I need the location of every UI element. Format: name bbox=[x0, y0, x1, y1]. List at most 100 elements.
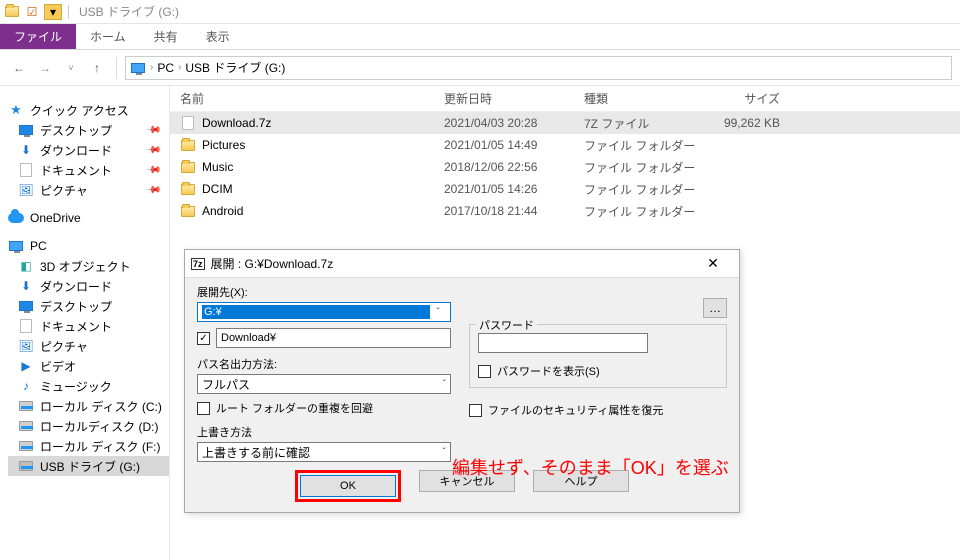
chevron-down-icon[interactable]: ˇ bbox=[430, 307, 446, 318]
folder-icon bbox=[180, 137, 196, 153]
folder-icon bbox=[180, 159, 196, 175]
overwrite-combo[interactable]: 上書きする前に確認ˇ bbox=[197, 442, 451, 462]
pc-icon bbox=[130, 60, 146, 76]
navigation-row: ← → ˅ ↑ › PC› USB ドライブ (G:) bbox=[0, 50, 960, 86]
extract-to-input[interactable] bbox=[202, 305, 430, 319]
documents-icon bbox=[18, 318, 34, 334]
subfolder-input[interactable] bbox=[221, 332, 446, 344]
folder-icon bbox=[180, 181, 196, 197]
tab-home[interactable]: ホーム bbox=[76, 24, 140, 49]
nav-disk-d[interactable]: ローカルディスク (D:) bbox=[8, 416, 169, 436]
tab-share[interactable]: 共有 bbox=[140, 24, 192, 49]
qat-dropdown-icon[interactable]: ▾ bbox=[44, 4, 62, 20]
nav-usb-g[interactable]: USB ドライブ (G:) bbox=[8, 456, 169, 476]
nav-desktop[interactable]: デスクトップ📌 bbox=[8, 120, 169, 140]
pictures-icon: 🖼 bbox=[18, 182, 34, 198]
nav-pictures-pc[interactable]: 🖼ピクチャ bbox=[8, 336, 169, 356]
nav-onedrive[interactable]: OneDrive bbox=[8, 208, 169, 228]
nav-desktop-pc[interactable]: デスクトップ bbox=[8, 296, 169, 316]
extract-to-combo[interactable]: ˇ bbox=[197, 302, 451, 322]
nav-downloads[interactable]: ⬇ダウンロード📌 bbox=[8, 140, 169, 160]
folder-icon bbox=[4, 4, 20, 20]
nav-pane: ★クイック アクセス デスクトップ📌 ⬇ダウンロード📌 ドキュメント📌 🖼ピクチ… bbox=[0, 86, 170, 560]
nav-pc[interactable]: PC bbox=[8, 236, 169, 256]
disk-icon bbox=[18, 418, 34, 434]
eliminate-dup-label: ルート フォルダーの重複を回避 bbox=[216, 400, 373, 416]
pin-icon: 📌 bbox=[144, 182, 161, 199]
ribbon: ファイル ホーム 共有 表示 bbox=[0, 24, 960, 50]
nav-videos[interactable]: ▶ビデオ bbox=[8, 356, 169, 376]
col-date[interactable]: 更新日時 bbox=[444, 90, 584, 107]
chevron-down-icon: ˇ bbox=[443, 379, 446, 390]
col-size[interactable]: サイズ bbox=[700, 90, 820, 107]
3d-icon: ◧ bbox=[18, 258, 34, 274]
back-button[interactable]: ← bbox=[8, 57, 30, 79]
col-type[interactable]: 種類 bbox=[584, 90, 700, 107]
subfolder-checkbox[interactable]: ✓ bbox=[197, 332, 210, 345]
downloads-icon: ⬇ bbox=[18, 142, 34, 158]
ok-button[interactable]: OK bbox=[300, 475, 396, 497]
tab-file[interactable]: ファイル bbox=[0, 24, 76, 49]
eliminate-dup-checkbox[interactable] bbox=[197, 402, 210, 415]
close-button[interactable]: ✕ bbox=[693, 255, 733, 272]
chevron-down-icon: ˇ bbox=[443, 447, 446, 458]
disk-icon bbox=[18, 398, 34, 414]
star-icon: ★ bbox=[8, 102, 24, 118]
qat-properties-icon[interactable]: ☑ bbox=[24, 4, 40, 20]
password-input[interactable] bbox=[483, 337, 643, 349]
downloads-icon: ⬇ bbox=[18, 278, 34, 294]
tab-view[interactable]: 表示 bbox=[192, 24, 244, 49]
nav-downloads-pc[interactable]: ⬇ダウンロード bbox=[8, 276, 169, 296]
path-mode-combo[interactable]: フルパスˇ bbox=[197, 374, 451, 394]
pc-icon bbox=[8, 238, 24, 254]
pin-icon: 📌 bbox=[144, 142, 161, 159]
nav-pictures[interactable]: 🖼ピクチャ📌 bbox=[8, 180, 169, 200]
file-row[interactable]: Music 2018/12/06 22:56ファイル フォルダー bbox=[170, 156, 960, 178]
pin-icon: 📌 bbox=[144, 162, 161, 179]
pictures-icon: 🖼 bbox=[18, 338, 34, 354]
annotation-text: 編集せず、そのまま「OK」を選ぶ bbox=[452, 454, 729, 480]
nav-documents[interactable]: ドキュメント📌 bbox=[8, 160, 169, 180]
usb-icon bbox=[18, 458, 34, 474]
file-row[interactable]: Android 2017/10/18 21:44ファイル フォルダー bbox=[170, 200, 960, 222]
file-row[interactable]: Pictures 2021/01/05 14:49ファイル フォルダー bbox=[170, 134, 960, 156]
overwrite-label: 上書き方法 bbox=[197, 424, 451, 440]
restore-security-checkbox[interactable] bbox=[469, 404, 482, 417]
show-password-checkbox[interactable] bbox=[478, 365, 491, 378]
dialog-title: 展開 : G:¥Download.7z bbox=[211, 255, 334, 272]
nav-music[interactable]: ♪ミュージック bbox=[8, 376, 169, 396]
documents-icon bbox=[18, 162, 34, 178]
restore-security-label: ファイルのセキュリティ属性を復元 bbox=[488, 402, 663, 418]
video-icon: ▶ bbox=[18, 358, 34, 374]
desktop-icon bbox=[18, 298, 34, 314]
breadcrumb-drive[interactable]: USB ドライブ (G:) bbox=[185, 59, 285, 76]
file-row[interactable]: Download.7z 2021/04/03 20:287Z ファイル99,26… bbox=[170, 112, 960, 134]
file-row[interactable]: DCIM 2021/01/05 14:26ファイル フォルダー bbox=[170, 178, 960, 200]
forward-button: → bbox=[34, 57, 56, 79]
nav-quick-access[interactable]: ★クイック アクセス bbox=[8, 100, 169, 120]
chevron-right-icon[interactable]: › bbox=[150, 62, 153, 73]
disk-icon bbox=[18, 438, 34, 454]
address-bar[interactable]: › PC› USB ドライブ (G:) bbox=[125, 56, 952, 80]
7z-icon: 7z bbox=[191, 258, 205, 270]
cloud-icon bbox=[8, 210, 24, 226]
desktop-icon bbox=[18, 122, 34, 138]
breadcrumb-pc[interactable]: PC› bbox=[157, 61, 181, 75]
show-password-label: パスワードを表示(S) bbox=[497, 363, 600, 379]
recent-dropdown[interactable]: ˅ bbox=[60, 57, 82, 79]
nav-documents-pc[interactable]: ドキュメント bbox=[8, 316, 169, 336]
nav-disk-f[interactable]: ローカル ディスク (F:) bbox=[8, 436, 169, 456]
titlebar: ☑ ▾ USB ドライブ (G:) bbox=[0, 0, 960, 24]
browse-button[interactable]: … bbox=[703, 298, 727, 318]
password-legend: パスワード bbox=[476, 317, 537, 333]
path-mode-label: パス名出力方法: bbox=[197, 356, 451, 372]
window-title: USB ドライブ (G:) bbox=[79, 3, 179, 20]
file-icon bbox=[180, 115, 196, 131]
nav-3d-objects[interactable]: ◧3D オブジェクト bbox=[8, 256, 169, 276]
col-name[interactable]: 名前 bbox=[180, 90, 444, 107]
up-button[interactable]: ↑ bbox=[86, 57, 108, 79]
extract-to-label: 展開先(X): bbox=[197, 284, 451, 300]
folder-icon bbox=[180, 203, 196, 219]
music-icon: ♪ bbox=[18, 378, 34, 394]
nav-disk-c[interactable]: ローカル ディスク (C:) bbox=[8, 396, 169, 416]
